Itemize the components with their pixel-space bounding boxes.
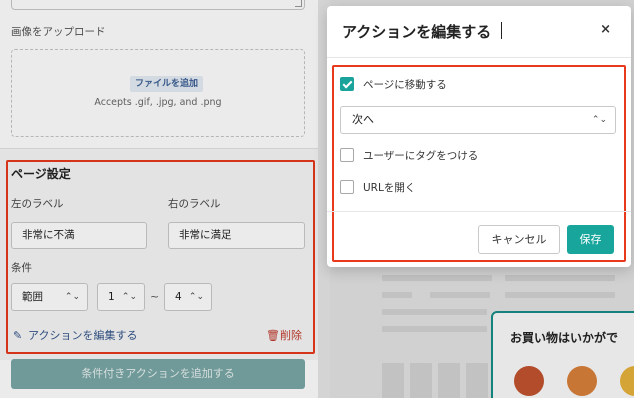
target-page-value: 次へ: [352, 113, 374, 126]
checkbox[interactable]: [340, 148, 354, 162]
option-tag-user[interactable]: ユーザーにタグをつける: [340, 147, 478, 163]
target-page-select[interactable]: 次へ ⌃⌄: [340, 106, 616, 134]
option-label: ユーザーにタグをつける: [363, 149, 479, 162]
save-button[interactable]: 保存: [567, 225, 614, 254]
checkmark-icon[interactable]: [340, 77, 354, 91]
option-go-to-page[interactable]: ページに移動する: [340, 76, 447, 92]
modal-title: アクションを編集する: [342, 23, 492, 41]
text-cursor: [501, 22, 502, 39]
edit-action-modal: アクションを編集する × ページに移動する 次へ ⌃⌄ ユーザーにタグをつける …: [327, 6, 631, 267]
cancel-button[interactable]: キャンセル: [478, 225, 560, 254]
option-open-url[interactable]: URLを開く: [340, 179, 415, 195]
option-label: ページに移動する: [363, 78, 447, 91]
close-icon[interactable]: ×: [600, 22, 611, 37]
chevron-up-down-icon: ⌃⌄: [591, 115, 607, 125]
modal-footer-divider: [327, 211, 631, 212]
checkbox[interactable]: [340, 180, 354, 194]
modal-header: アクションを編集する ×: [327, 6, 631, 58]
option-label: URLを開く: [363, 181, 416, 194]
